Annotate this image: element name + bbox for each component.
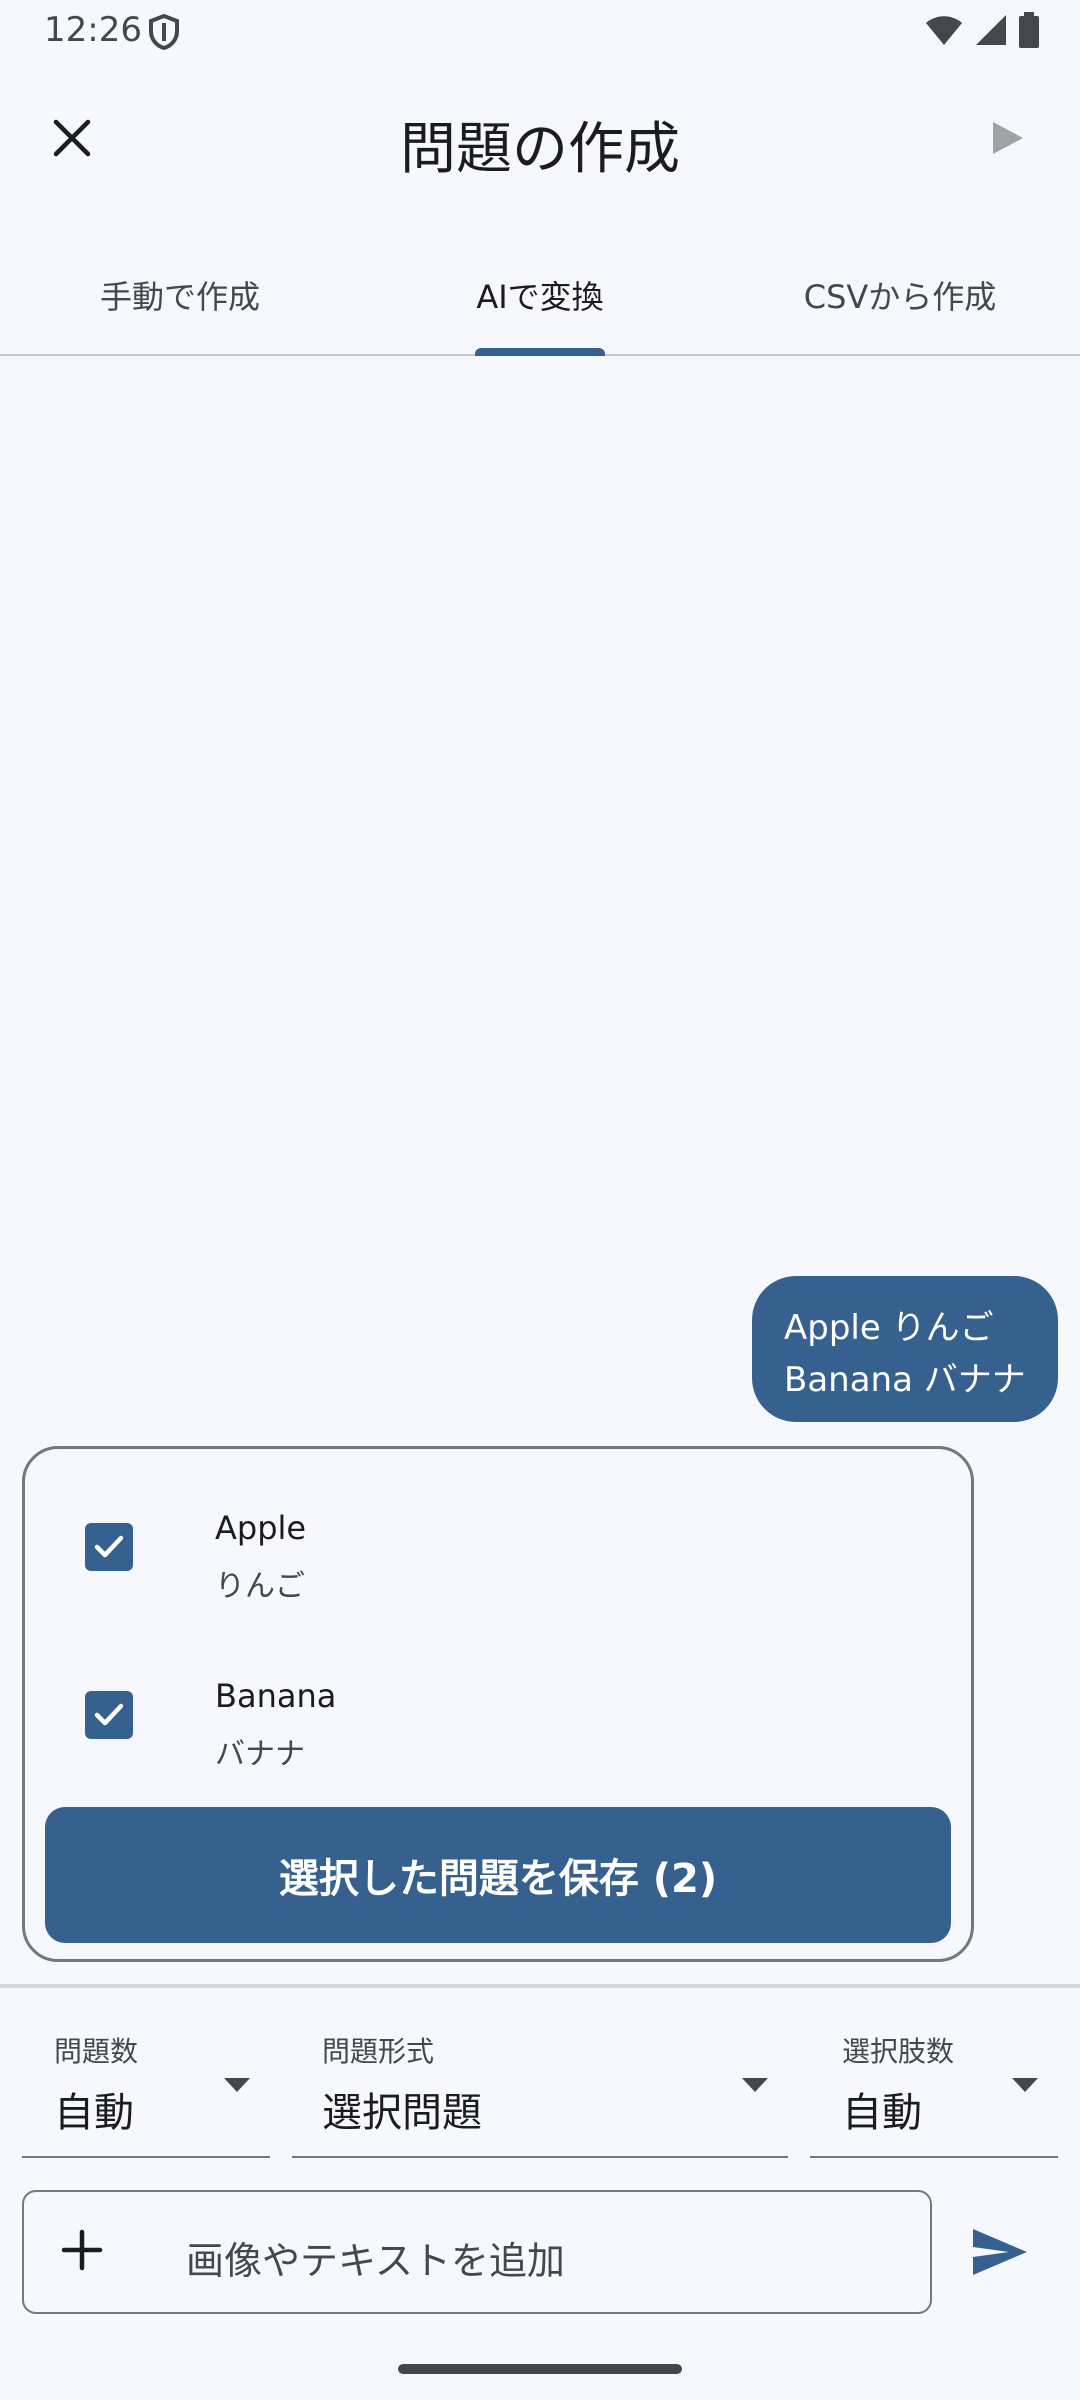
dropdown-arrow-icon — [224, 2078, 250, 2092]
dropdown-label: 選択肢数 — [842, 2035, 955, 2068]
save-selected-button[interactable]: 選択した問題を保存 (2) — [45, 1807, 951, 1943]
check-icon — [94, 1535, 124, 1558]
page-title: 問題の作成 — [400, 117, 680, 182]
status-time: 12:26 — [44, 10, 142, 50]
status-icons — [924, 12, 1040, 48]
send-button[interactable] — [964, 2216, 1036, 2288]
tab-label: AIで変換 — [476, 278, 604, 316]
home-indicator[interactable] — [398, 2364, 682, 2374]
choice-count-dropdown[interactable]: 選択肢数 自動 — [810, 2024, 1058, 2158]
tab-label: 手動で作成 — [99, 278, 260, 316]
run-button[interactable] — [972, 102, 1044, 174]
shield-icon — [148, 13, 180, 54]
dropdown-label: 問題数 — [54, 2035, 139, 2068]
input-placeholder: 画像やテキストを追加 — [186, 2239, 565, 2283]
dropdown-value: 選択問題 — [322, 2090, 482, 2136]
item-checkbox[interactable] — [85, 1523, 133, 1571]
battery-icon — [1019, 12, 1039, 48]
status-bar: 12:26 — [0, 0, 1080, 64]
dropdown-value: 自動 — [54, 2090, 134, 2136]
dropdown-arrow-icon — [1012, 2078, 1038, 2092]
tab-csv[interactable]: CSVから作成 — [720, 240, 1080, 354]
signal-icon — [976, 15, 1006, 45]
wifi-icon — [926, 16, 962, 45]
item-title: Apple — [215, 1509, 307, 1547]
item-title: Banana — [215, 1677, 337, 1715]
dropdown-label: 問題形式 — [322, 2035, 435, 2068]
tab-label: CSVから作成 — [803, 278, 997, 316]
plus-icon — [61, 2229, 103, 2271]
app-bar: 問題の作成 — [0, 80, 1080, 200]
list-item[interactable]: Apple りんご — [25, 1489, 971, 1609]
tab-indicator — [475, 348, 605, 356]
tab-bar: 手動で作成 AIで変換 CSVから作成 — [0, 240, 1080, 356]
question-format-dropdown[interactable]: 問題形式 選択問題 — [292, 2024, 788, 2158]
user-message-bubble: Apple りんご Banana バナナ — [752, 1276, 1058, 1422]
divider — [0, 1984, 1080, 1988]
add-attachment-button[interactable] — [60, 2228, 104, 2276]
message-line: Banana バナナ — [784, 1360, 1026, 1400]
check-icon — [94, 1703, 124, 1726]
item-subtitle: りんご — [215, 1569, 305, 1604]
dropdown-value: 自動 — [842, 2090, 922, 2136]
message-line: Apple りんご — [784, 1308, 994, 1348]
list-item[interactable]: Banana バナナ — [25, 1657, 971, 1777]
tab-ai-convert[interactable]: AIで変換 — [360, 240, 720, 356]
question-count-dropdown[interactable]: 問題数 自動 — [22, 2024, 270, 2158]
play-icon — [993, 122, 1023, 154]
tab-manual[interactable]: 手動で作成 — [0, 240, 360, 354]
item-checkbox[interactable] — [85, 1691, 133, 1739]
dropdown-arrow-icon — [742, 2078, 768, 2092]
send-icon — [973, 2229, 1027, 2275]
generated-questions-card: Apple りんご Banana バナナ 選択した問題を保存 (2) — [22, 1446, 974, 1962]
item-subtitle: バナナ — [215, 1737, 305, 1772]
message-input[interactable]: 画像やテキストを追加 — [22, 2190, 932, 2314]
